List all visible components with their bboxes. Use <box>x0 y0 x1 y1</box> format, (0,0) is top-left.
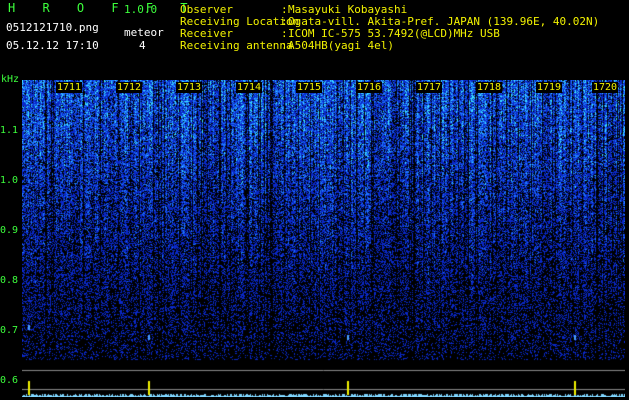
y-tick: 0.7 <box>0 325 19 336</box>
x-tick: 1715 <box>296 82 323 93</box>
x-tick: 1714 <box>236 82 263 93</box>
x-tick: 1712 <box>116 82 143 93</box>
x-tick: 1719 <box>536 82 563 93</box>
y-tick: 0.6 <box>0 375 19 386</box>
antenna-sep: : <box>281 39 288 52</box>
y-tick: 1.1 <box>0 125 19 136</box>
datetime: 05.12.12 17:10 <box>6 39 99 52</box>
x-tick: 1717 <box>416 82 443 93</box>
x-tick: 1718 <box>476 82 503 93</box>
x-tick: 1711 <box>56 82 83 93</box>
meteor-count: 4 <box>139 39 146 52</box>
file-name: 0512121710.png <box>6 21 99 34</box>
y-tick: 0.8 <box>0 275 19 286</box>
app-logo: H R O F F T <box>8 1 198 15</box>
y-axis-unit: kHz <box>1 74 20 85</box>
x-tick: 1716 <box>356 82 383 93</box>
meteor-label: meteor <box>124 26 164 39</box>
app-version: 1.0.0 <box>124 3 158 16</box>
antenna-value: A504HB(yagi 4el) <box>288 39 394 52</box>
antenna-label: Receiving antenna <box>180 39 293 52</box>
spectrogram <box>22 80 625 397</box>
y-tick: 0.9 <box>0 225 19 236</box>
y-tick: 1.0 <box>0 175 19 186</box>
x-tick: 1720 <box>592 82 619 93</box>
x-tick: 1713 <box>176 82 203 93</box>
